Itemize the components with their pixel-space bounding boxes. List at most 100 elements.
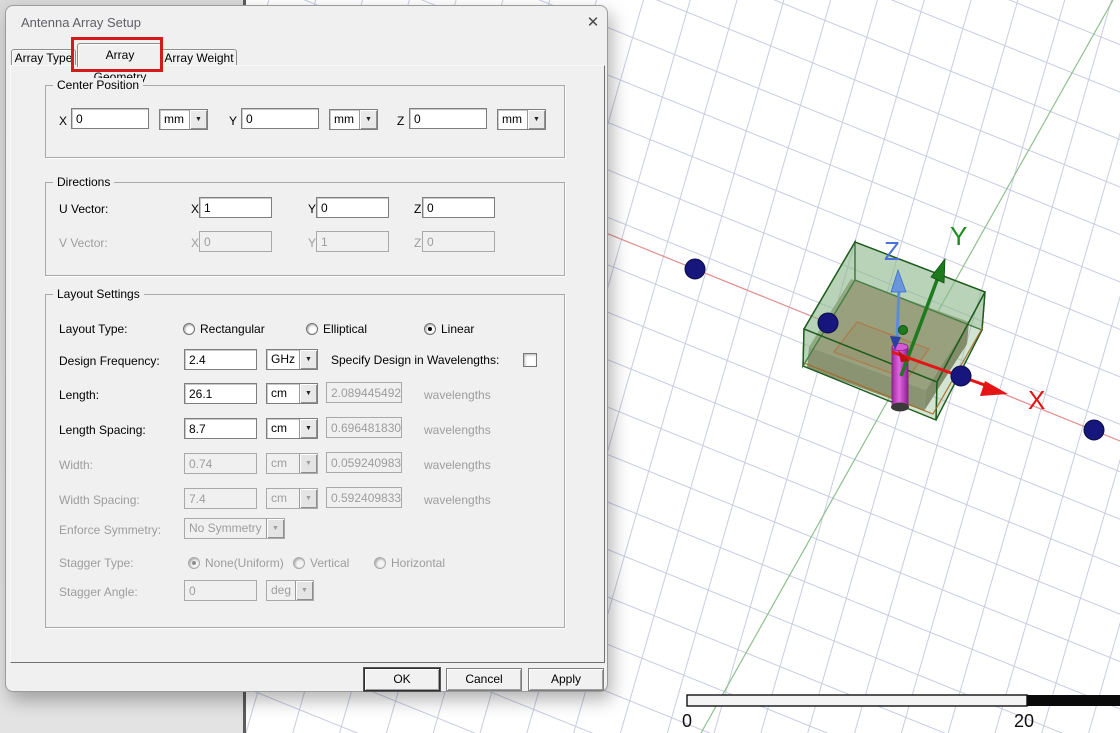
radio-linear-label[interactable]: Linear: [441, 322, 474, 336]
center-x-input[interactable]: 0: [71, 108, 149, 129]
length-input[interactable]: 26.1: [184, 383, 257, 404]
length-spacing-unit-select[interactable]: cm▼: [266, 418, 318, 439]
array-element-dot: [1084, 420, 1104, 440]
design-frequency-unit-value: GHz: [267, 350, 299, 369]
dropdown-arrow-icon: ▼: [266, 519, 284, 538]
scale-end-label: 20: [1014, 711, 1034, 731]
width-unit-value: cm: [267, 454, 299, 473]
tab-array-geometry[interactable]: Array Geometry: [77, 43, 163, 67]
dropdown-arrow-icon[interactable]: ▼: [359, 110, 377, 129]
apply-button[interactable]: Apply: [528, 668, 604, 691]
dialog-titlebar[interactable]: Antenna Array Setup ✕: [6, 6, 607, 38]
center-y-unit-select[interactable]: mm▼: [329, 109, 378, 130]
application-window: X Y Z 0 20 Antenna Array Setup ✕ Array T…: [0, 0, 1120, 733]
stagger-angle-label: Stagger Angle:: [59, 585, 138, 599]
u-y-label: Y: [308, 202, 316, 216]
enforce-symmetry-select: No Symmetry▼: [184, 518, 285, 539]
antenna-array-setup-dialog: Antenna Array Setup ✕ Array Type Array G…: [5, 5, 608, 692]
dropdown-arrow-icon[interactable]: ▼: [527, 110, 545, 129]
length-spacing-unit-value: cm: [267, 419, 299, 438]
tab-array-weight[interactable]: Array Weight: [161, 49, 237, 66]
length-spacing-wavelengths-suffix: wavelengths: [424, 423, 491, 437]
u-y-input[interactable]: 0: [316, 197, 389, 218]
length-spacing-label: Length Spacing:: [59, 423, 146, 437]
length-spacing-input[interactable]: 8.7: [184, 418, 257, 439]
layout-settings-legend: Layout Settings: [53, 287, 144, 301]
radio-stagger-none: [188, 557, 200, 569]
width-spacing-label: Width Spacing:: [59, 493, 140, 507]
tab-array-type[interactable]: Array Type: [11, 49, 76, 66]
radio-stagger-horizontal-label: Horizontal: [391, 556, 445, 570]
dropdown-arrow-icon: ▼: [295, 581, 313, 600]
center-y-input[interactable]: 0: [241, 108, 319, 129]
cancel-button[interactable]: Cancel: [446, 668, 522, 691]
width-wavelengths-field: 0.05924098330: [326, 452, 402, 473]
v-y-label: Y: [308, 236, 316, 250]
center-position-legend: Center Position: [53, 78, 143, 92]
center-z-unit-value: mm: [498, 110, 527, 129]
width-spacing-unit-select: cm▼: [266, 488, 318, 509]
dropdown-arrow-icon: ▼: [299, 489, 317, 508]
x-axis-label: X: [1028, 385, 1045, 415]
length-unit-select[interactable]: cm▼: [266, 383, 318, 404]
u-x-label: X: [191, 202, 199, 216]
dropdown-arrow-icon[interactable]: ▼: [299, 419, 317, 438]
v-x-label: X: [191, 236, 199, 250]
y-axis-label: Y: [950, 221, 967, 251]
design-frequency-input[interactable]: 2.4: [184, 349, 257, 370]
center-x-unit-value: mm: [160, 110, 189, 129]
v-z-input: 0: [422, 231, 495, 252]
dialog-title: Antenna Array Setup: [21, 15, 141, 30]
ok-button[interactable]: OK: [364, 668, 440, 691]
radio-elliptical[interactable]: [306, 323, 318, 335]
dropdown-arrow-icon[interactable]: ▼: [299, 384, 317, 403]
design-frequency-label: Design Frequency:: [59, 354, 160, 368]
dropdown-arrow-icon[interactable]: ▼: [189, 110, 207, 129]
enforce-symmetry-label: Enforce Symmetry:: [59, 523, 161, 537]
u-x-input[interactable]: 1: [199, 197, 272, 218]
width-spacing-unit-value: cm: [267, 489, 299, 508]
v-z-label: Z: [414, 236, 421, 250]
length-wavelengths-suffix: wavelengths: [424, 388, 491, 402]
radio-linear[interactable]: [424, 323, 436, 335]
v-y-input: 1: [316, 231, 389, 252]
specify-wavelengths-checkbox[interactable]: [523, 353, 537, 367]
center-x-unit-select[interactable]: mm▼: [159, 109, 208, 130]
length-wavelengths-field: 2.08944549232: [326, 382, 402, 403]
radio-elliptical-label[interactable]: Elliptical: [323, 322, 367, 336]
array-element-dot: [818, 313, 838, 333]
stagger-angle-input: 0: [184, 580, 257, 601]
v-x-input: 0: [199, 231, 272, 252]
enforce-symmetry-value: No Symmetry: [185, 519, 266, 538]
radio-rectangular[interactable]: [183, 323, 195, 335]
layout-type-label: Layout Type:: [59, 322, 128, 336]
width-wavelengths-suffix: wavelengths: [424, 458, 491, 472]
stagger-type-label: Stagger Type:: [59, 556, 134, 570]
width-unit-select: cm▼: [266, 453, 318, 474]
center-z-unit-select[interactable]: mm▼: [497, 109, 546, 130]
design-frequency-unit-select[interactable]: GHz▼: [266, 349, 318, 370]
u-z-label: Z: [414, 202, 421, 216]
radio-stagger-vertical-label: Vertical: [310, 556, 349, 570]
array-element-dot: [951, 366, 971, 386]
radio-stagger-none-label: None(Uniform): [205, 556, 284, 570]
u-z-input[interactable]: 0: [422, 197, 495, 218]
radio-rectangular-label[interactable]: Rectangular: [200, 322, 265, 336]
array-element-dot: [685, 259, 705, 279]
width-input: 0.74: [184, 453, 257, 474]
length-unit-value: cm: [267, 384, 299, 403]
dropdown-arrow-icon: ▼: [299, 454, 317, 473]
length-spacing-wavelengths-field: 0.69648183077: [326, 417, 402, 438]
length-label: Length:: [59, 388, 99, 402]
center-y-label: Y: [229, 114, 237, 128]
width-spacing-wavelengths-suffix: wavelengths: [424, 493, 491, 507]
center-z-input[interactable]: 0: [409, 108, 487, 129]
specify-wavelengths-label: Specify Design in Wavelengths:: [331, 353, 499, 367]
close-icon[interactable]: ✕: [580, 11, 606, 35]
radio-stagger-horizontal: [374, 557, 386, 569]
center-x-label: X: [59, 114, 67, 128]
width-spacing-input: 7.4: [184, 488, 257, 509]
dropdown-arrow-icon[interactable]: ▼: [299, 350, 317, 369]
v-vector-label: V Vector:: [59, 236, 108, 250]
scale-start-label: 0: [682, 711, 692, 731]
